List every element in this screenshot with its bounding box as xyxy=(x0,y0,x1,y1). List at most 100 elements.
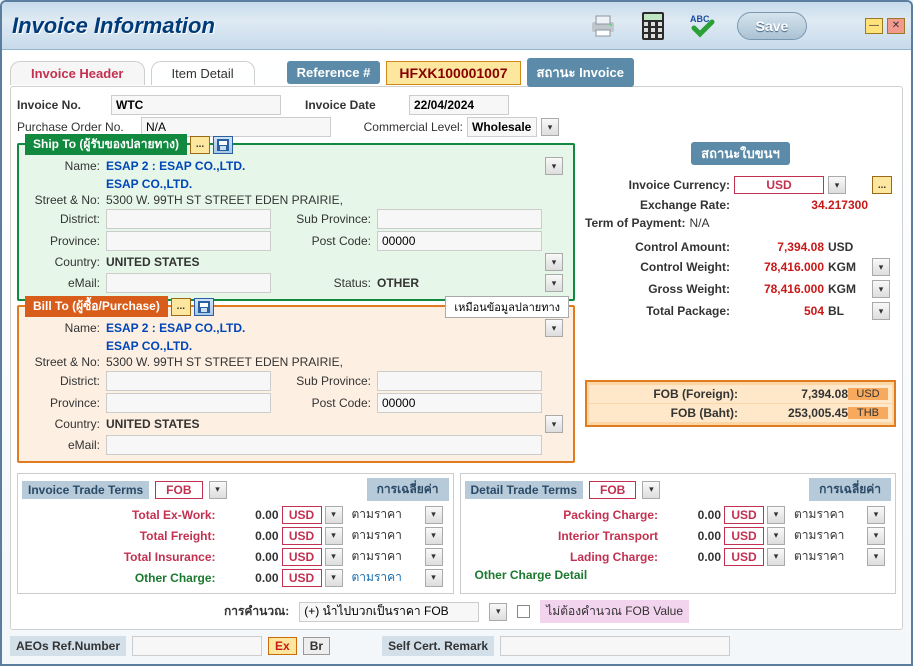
exwork-basis[interactable]: ตามราคา xyxy=(352,505,422,524)
other-charge-basis-dropdown[interactable]: ▾ xyxy=(425,569,443,587)
invoice-avg-button[interactable]: การเฉลี่ยค่า xyxy=(367,478,449,501)
detail-trade-term-value[interactable]: FOB xyxy=(589,481,636,499)
ship-name-value[interactable]: ESAP 2 : ESAP CO.,LTD. xyxy=(106,159,542,173)
other-charge-value[interactable]: 0.00 xyxy=(219,571,279,585)
bill-name-value[interactable]: ESAP 2 : ESAP CO.,LTD. xyxy=(106,321,542,335)
ship-street-value[interactable]: 5300 W. 99TH ST STREET EDEN PRAIRIE, xyxy=(106,193,569,207)
ctrl-wt-dropdown[interactable]: ▾ xyxy=(872,258,890,276)
calculator-icon[interactable] xyxy=(637,10,669,42)
spellcheck-icon[interactable]: ABC xyxy=(687,10,719,42)
commercial-level-dropdown[interactable]: ▾ xyxy=(541,118,559,136)
interior-value[interactable]: 0.00 xyxy=(661,529,721,543)
ctrl-wt-unit[interactable]: KGM xyxy=(828,260,868,274)
aeo-input[interactable] xyxy=(132,636,262,656)
freight-unit[interactable]: USD xyxy=(282,527,322,545)
interior-basis-dropdown[interactable]: ▾ xyxy=(867,527,885,545)
packing-value[interactable]: 0.00 xyxy=(661,508,721,522)
ship-province-input[interactable] xyxy=(106,231,271,251)
freight-basis-dropdown[interactable]: ▾ xyxy=(425,527,443,545)
bill-district-input[interactable] xyxy=(106,371,271,391)
interior-unit-dropdown[interactable]: ▾ xyxy=(767,527,785,545)
exwork-value[interactable]: 0.00 xyxy=(219,508,279,522)
other-charge-basis[interactable]: ตามราคา xyxy=(352,568,422,587)
packing-unit-dropdown[interactable]: ▾ xyxy=(767,506,785,524)
shipment-status-header[interactable]: สถานะใบขนฯ xyxy=(691,142,790,165)
tab-invoice-header[interactable]: Invoice Header xyxy=(10,61,145,85)
close-button[interactable]: ✕ xyxy=(887,18,905,34)
lading-unit[interactable]: USD xyxy=(724,548,764,566)
inv-currency-browse[interactable]: ... xyxy=(872,176,892,194)
bill-street-value[interactable]: 5300 W. 99TH ST STREET EDEN PRAIRIE, xyxy=(106,355,569,369)
print-icon[interactable] xyxy=(587,10,619,42)
bill-province-input[interactable] xyxy=(106,393,271,413)
ship-country-value[interactable]: UNITED STATES xyxy=(106,255,542,269)
ship-name-dropdown[interactable]: ▾ xyxy=(545,157,563,175)
other-charge-detail-label[interactable]: Other Charge Detail xyxy=(465,568,892,582)
gross-wt-unit[interactable]: KGM xyxy=(828,282,868,296)
calc-method-input[interactable] xyxy=(299,602,479,622)
ship-email-input[interactable] xyxy=(106,273,271,293)
bill-subprov-input[interactable] xyxy=(377,371,542,391)
insurance-unit-dropdown[interactable]: ▾ xyxy=(325,548,343,566)
interior-unit[interactable]: USD xyxy=(724,527,764,545)
lading-value[interactable]: 0.00 xyxy=(661,550,721,564)
freight-basis[interactable]: ตามราคา xyxy=(352,526,422,545)
bill-post-input[interactable] xyxy=(377,393,542,413)
bill-name-dropdown[interactable]: ▾ xyxy=(545,319,563,337)
other-charge-unit-dropdown[interactable]: ▾ xyxy=(325,569,343,587)
ship-post-input[interactable] xyxy=(377,231,542,251)
tot-pkg-dropdown[interactable]: ▾ xyxy=(872,302,890,320)
ship-to-save-button[interactable] xyxy=(213,136,233,154)
other-charge-unit[interactable]: USD xyxy=(282,569,322,587)
invoice-trade-term-dropdown[interactable]: ▾ xyxy=(209,481,227,499)
commercial-level-input[interactable] xyxy=(467,117,537,137)
calc-method-dropdown[interactable]: ▾ xyxy=(489,603,507,621)
freight-unit-dropdown[interactable]: ▾ xyxy=(325,527,343,545)
gross-wt-dropdown[interactable]: ▾ xyxy=(872,280,890,298)
ship-country-dropdown[interactable]: ▾ xyxy=(545,253,563,271)
selfcert-input[interactable] xyxy=(500,636,730,656)
terms-value[interactable]: N/A xyxy=(689,216,709,230)
invoice-no-input[interactable] xyxy=(111,95,281,115)
nofob-checkbox[interactable] xyxy=(517,605,530,618)
lading-basis[interactable]: ตามราคา xyxy=(794,547,864,566)
lading-basis-dropdown[interactable]: ▾ xyxy=(867,548,885,566)
invoice-date-input[interactable] xyxy=(409,95,509,115)
invoice-trade-term-value[interactable]: FOB xyxy=(155,481,202,499)
bill-email-input[interactable] xyxy=(106,435,542,455)
ship-to-browse-button[interactable]: ... xyxy=(190,136,210,154)
packing-basis[interactable]: ตามราคา xyxy=(794,505,864,524)
ship-subprov-input[interactable] xyxy=(377,209,542,229)
packing-basis-dropdown[interactable]: ▾ xyxy=(867,506,885,524)
bill-to-save-button[interactable] xyxy=(194,298,214,316)
ship-status-dropdown[interactable]: ▾ xyxy=(545,274,563,292)
interior-basis[interactable]: ตามราคา xyxy=(794,526,864,545)
copy-shipto-button[interactable]: เหมือนข้อมูลปลายทาง xyxy=(445,296,569,318)
ship-status-value[interactable]: OTHER xyxy=(377,276,542,290)
exwork-unit[interactable]: USD xyxy=(282,506,322,524)
inv-currency-dropdown[interactable]: ▾ xyxy=(828,176,846,194)
bill-country-dropdown[interactable]: ▾ xyxy=(545,415,563,433)
ship-district-input[interactable] xyxy=(106,209,271,229)
insurance-basis-dropdown[interactable]: ▾ xyxy=(425,548,443,566)
minimize-button[interactable]: — xyxy=(865,18,883,34)
exwork-basis-dropdown[interactable]: ▾ xyxy=(425,506,443,524)
tab-item-detail[interactable]: Item Detail xyxy=(151,61,255,85)
exwork-unit-dropdown[interactable]: ▾ xyxy=(325,506,343,524)
br-button[interactable]: Br xyxy=(303,637,330,655)
bill-to-browse-button[interactable]: ... xyxy=(171,298,191,316)
insurance-unit[interactable]: USD xyxy=(282,548,322,566)
lading-unit-dropdown[interactable]: ▾ xyxy=(767,548,785,566)
save-button[interactable]: Save xyxy=(737,12,807,40)
packing-unit[interactable]: USD xyxy=(724,506,764,524)
invoice-status-label[interactable]: สถานะ Invoice xyxy=(527,58,634,87)
freight-value[interactable]: 0.00 xyxy=(219,529,279,543)
insurance-basis[interactable]: ตามราคา xyxy=(352,547,422,566)
detail-trade-term-dropdown[interactable]: ▾ xyxy=(642,481,660,499)
tot-pkg-unit[interactable]: BL xyxy=(828,304,868,318)
detail-avg-button[interactable]: การเฉลี่ยค่า xyxy=(809,478,891,501)
insurance-value[interactable]: 0.00 xyxy=(219,550,279,564)
ex-button[interactable]: Ex xyxy=(268,637,297,655)
bill-country-value[interactable]: UNITED STATES xyxy=(106,417,542,431)
inv-currency-value[interactable]: USD xyxy=(734,176,824,194)
